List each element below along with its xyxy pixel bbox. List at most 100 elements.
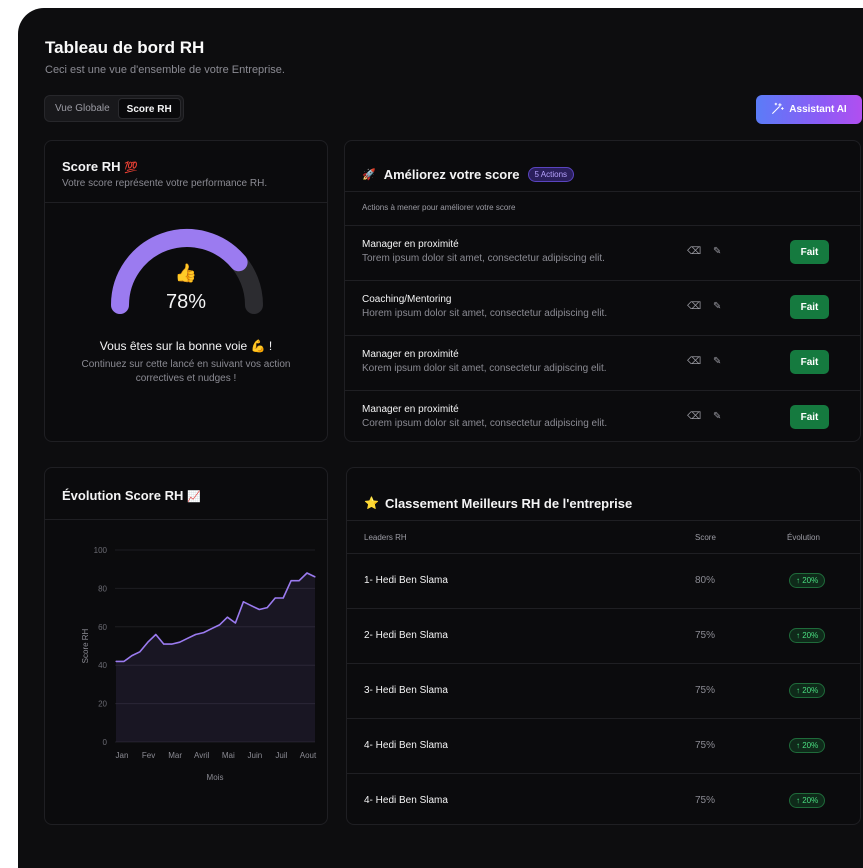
- evolution-card: Évolution Score RH 📈 0 20 40 60 80 100 Jan Fev M…: [44, 467, 328, 825]
- data-point: [298, 580, 300, 582]
- score-message: Continuez sur cette lancé en suivant vos…: [81, 359, 291, 384]
- data-point: [250, 605, 252, 607]
- y-tick-label: 20: [98, 700, 107, 709]
- data-point: [123, 660, 125, 662]
- score-rh-title: Score RH 💯: [62, 159, 138, 174]
- column-header: Score: [695, 533, 716, 542]
- y-tick-label: 0: [103, 738, 108, 747]
- data-point: [210, 628, 213, 630]
- evolution-title: Évolution Score RH 📈: [62, 488, 201, 503]
- delete-icon[interactable]: ⌫: [687, 411, 701, 422]
- leader-name: 4- Hedi Ben Slama: [364, 795, 448, 806]
- done-button[interactable]: Fait: [790, 295, 829, 319]
- data-point: [187, 637, 189, 639]
- series-area: [116, 573, 315, 742]
- hundred-points-icon: 💯: [124, 162, 138, 174]
- column-header: Leaders RH: [364, 533, 407, 542]
- chart-increasing-icon: 📈: [186, 491, 201, 503]
- data-point: [163, 643, 165, 645]
- y-axis-label: Score RH: [81, 628, 90, 663]
- edit-icon[interactable]: ✎: [713, 356, 721, 367]
- edit-icon[interactable]: ✎: [713, 411, 721, 422]
- data-point: [171, 643, 173, 645]
- data-point: [258, 608, 260, 611]
- action-name: Manager en proximité: [362, 349, 459, 360]
- dashboard-window: Tableau de bord RH Ceci est une vue d'en…: [18, 8, 863, 868]
- tab-vue-globale[interactable]: Vue Globale: [47, 98, 118, 119]
- delete-icon[interactable]: ⌫: [687, 301, 701, 312]
- x-tick-label: Fev: [142, 751, 155, 760]
- leader-score: 75%: [695, 740, 716, 751]
- table-row: 2- Hedi Ben Slama 75% ↑ 20%: [347, 608, 860, 663]
- data-point: [226, 616, 229, 618]
- done-button[interactable]: Fait: [790, 240, 829, 264]
- done-button[interactable]: Fait: [790, 350, 829, 374]
- y-tick-label: 100: [94, 546, 108, 555]
- page-subtitle: Ceci est une vue d'ensemble de votre Ent…: [45, 64, 285, 76]
- x-tick-label: Juil: [275, 751, 287, 760]
- leaderboard-header: Leaders RH Score Évolution: [347, 520, 860, 553]
- action-row: Manager en proximité Korem ipsum dolor s…: [345, 335, 860, 390]
- x-tick-label: Mar: [168, 751, 182, 760]
- score-status: Vous êtes sur la bonne voie 💪 !: [99, 339, 273, 353]
- x-tick-label: Juin: [248, 751, 263, 760]
- evolution-badge: ↑ 20%: [789, 628, 826, 643]
- leaderboard-card: ⭐ Classement Meilleurs RH de l'entrepris…: [346, 467, 861, 825]
- action-row: Coaching/Mentoring Horem ipsum dolor sit…: [345, 280, 860, 335]
- evolution-badge: ↑ 20%: [789, 738, 826, 753]
- action-row: Manager en proximité Torem ipsum dolor s…: [345, 225, 860, 280]
- data-point: [306, 572, 308, 574]
- score-value: 78%: [165, 291, 207, 313]
- x-tick-label: Avril: [194, 751, 210, 760]
- x-axis-label: Mois: [207, 773, 224, 782]
- score-rh-card: Score RH 💯 Votre score représente votre …: [44, 140, 328, 442]
- table-row: 3- Hedi Ben Slama 75% ↑ 20%: [347, 663, 860, 718]
- data-point: [139, 651, 141, 653]
- x-tick-label: Mai: [222, 751, 235, 760]
- data-point: [290, 580, 292, 582]
- evolution-chart: 0 20 40 60 80 100 Jan Fev Mar Avril Mai Juin Juil Aou…: [81, 546, 317, 782]
- view-tabs: Vue Globale Score RH: [44, 95, 184, 122]
- data-point: [218, 624, 221, 626]
- actions-card: 🚀 Améliorez votre score 5 Actions Action…: [344, 140, 861, 442]
- action-name: Manager en proximité: [362, 239, 459, 250]
- action-name: Coaching/Mentoring: [362, 294, 452, 305]
- data-point: [195, 633, 197, 636]
- leaderboard-title: Classement Meilleurs RH de l'entreprise: [384, 495, 633, 511]
- assistant-ai-label: Assistant AI: [789, 104, 847, 115]
- score-rh-subtitle: Votre score représente votre performance…: [62, 178, 268, 189]
- leader-score: 75%: [695, 630, 716, 641]
- divider: [45, 202, 327, 203]
- assistant-ai-button[interactable]: Assistant AI: [756, 95, 862, 124]
- leader-name: 4- Hedi Ben Slama: [364, 740, 448, 751]
- data-point: [155, 633, 157, 636]
- page-title: Tableau de bord RH: [45, 38, 205, 57]
- data-point: [282, 597, 284, 599]
- data-point: [115, 660, 117, 662]
- action-description: Korem ipsum dolor sit amet, consectetur …: [362, 363, 607, 374]
- action-description: Torem ipsum dolor sit amet, consectetur …: [362, 253, 605, 264]
- action-row: Manager en proximité Corem ipsum dolor s…: [345, 390, 860, 445]
- delete-icon[interactable]: ⌫: [687, 356, 701, 367]
- table-row: 1- Hedi Ben Slama 80% ↑ 20%: [347, 553, 860, 608]
- delete-icon[interactable]: ⌫: [687, 246, 701, 257]
- data-point: [274, 597, 276, 599]
- tab-score-rh[interactable]: Score RH: [117, 98, 181, 119]
- x-tick-label: Aout: [300, 751, 317, 760]
- actions-caption: Actions à mener pour améliorer votre sco…: [345, 191, 860, 225]
- y-tick-label: 40: [98, 661, 107, 670]
- leader-score: 75%: [695, 685, 716, 696]
- thumbs-up-icon: 👍: [174, 263, 198, 283]
- leader-name: 2- Hedi Ben Slama: [364, 630, 448, 641]
- edit-icon[interactable]: ✎: [713, 246, 721, 257]
- evolution-badge: ↑ 20%: [789, 793, 826, 808]
- action-name: Manager en proximité: [362, 404, 459, 415]
- y-tick-label: 60: [98, 623, 107, 632]
- done-button[interactable]: Fait: [790, 405, 829, 429]
- data-point: [147, 641, 149, 643]
- actions-title: Améliorez votre score: [383, 167, 520, 182]
- edit-icon[interactable]: ✎: [713, 301, 721, 312]
- data-point: [242, 601, 244, 603]
- leader-score: 75%: [695, 795, 716, 806]
- data-point: [234, 622, 236, 624]
